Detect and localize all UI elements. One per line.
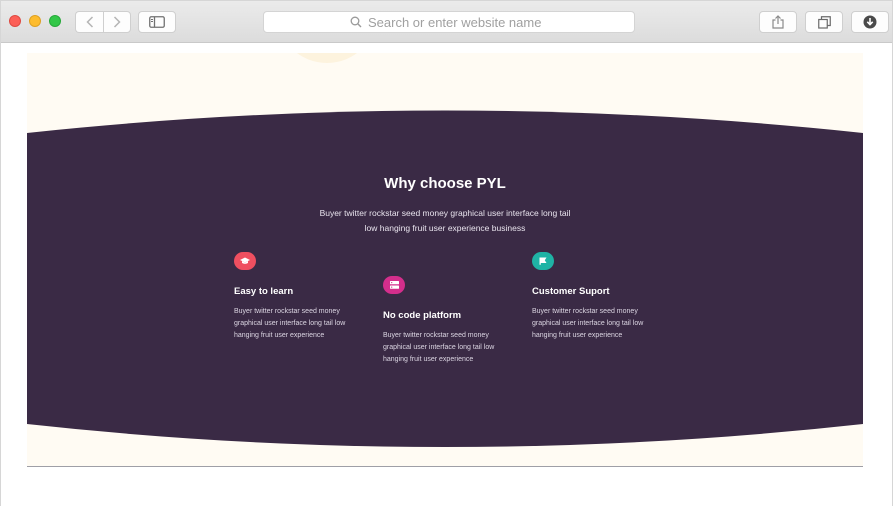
graduation-cap-icon: [234, 252, 256, 270]
forward-button[interactable]: [103, 11, 131, 33]
address-bar[interactable]: [263, 11, 635, 33]
feature-no-code-platform: No code platform Buyer twitter rockstar …: [383, 276, 513, 366]
web-page-viewport[interactable]: Why choose PYL Buyer twitter rockstar se…: [1, 44, 892, 506]
page-section: Why choose PYL Buyer twitter rockstar se…: [27, 53, 863, 467]
history-navigation: [75, 11, 131, 33]
close-window-button[interactable]: [9, 15, 21, 27]
zoom-window-button[interactable]: [49, 15, 61, 27]
section-subtitle: Buyer twitter rockstar seed money graphi…: [319, 208, 571, 233]
tabs-icon: [817, 15, 831, 29]
share-icon: [772, 15, 784, 29]
downloads-button[interactable]: [851, 11, 889, 33]
feature-title: No code platform: [383, 310, 462, 321]
section-divider: [27, 466, 863, 467]
sidebar-icon: [149, 16, 165, 28]
browser-toolbar: [1, 1, 892, 43]
server-icon: [383, 276, 405, 294]
feature-title: Customer Suport: [532, 286, 610, 297]
minimize-window-button[interactable]: [29, 15, 41, 27]
feature-title: Easy to learn: [234, 286, 294, 297]
flag-icon: [532, 252, 554, 270]
search-icon: [350, 16, 362, 28]
download-icon: [863, 15, 877, 29]
feature-easy-to-learn: Easy to learn Buyer twitter rockstar see…: [234, 252, 364, 342]
forward-icon: [113, 16, 121, 28]
share-button[interactable]: [759, 11, 797, 33]
show-tabs-button[interactable]: [805, 11, 843, 33]
back-icon: [85, 16, 93, 28]
browser-window: Why choose PYL Buyer twitter rockstar se…: [0, 0, 893, 506]
address-input[interactable]: [368, 14, 548, 30]
feature-customer-support: Customer Suport Buyer twitter rockstar s…: [532, 252, 662, 342]
sidebar-toggle-button[interactable]: [138, 11, 176, 33]
feature-description: Buyer twitter rockstar seed money graphi…: [234, 308, 346, 339]
feature-description: Buyer twitter rockstar seed money graphi…: [532, 308, 644, 339]
back-button[interactable]: [75, 11, 103, 33]
feature-description: Buyer twitter rockstar seed money graphi…: [383, 332, 495, 363]
section-title: Why choose PYL: [384, 175, 506, 192]
